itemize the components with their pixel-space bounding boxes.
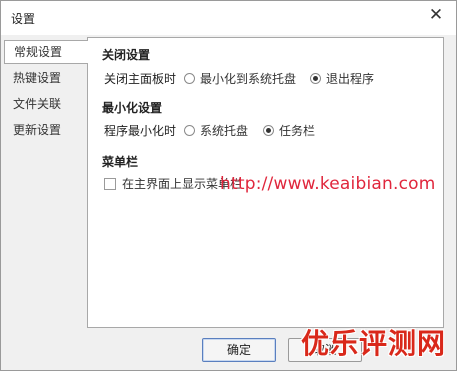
system-tray-label: 系统托盘 [200,124,249,138]
dialog-title: 设置 [11,12,36,26]
minimize-to-tray-label: 最小化到系统托盘 [200,72,297,86]
menubar-title: 菜单栏 [102,155,139,169]
nav-item-update[interactable]: 更新设置 [4,118,87,142]
close-icon[interactable]: ✕ [426,5,446,25]
taskbar-option[interactable]: 任务栏 [263,122,315,139]
radio-taskbar[interactable] [263,125,274,136]
nav-item-general[interactable]: 常规设置 [4,40,88,64]
nav-item-hotkeys[interactable]: 热键设置 [4,66,87,90]
close-panel-label: 关闭主面板时 [104,72,177,86]
close-settings-title: 关闭设置 [102,48,151,62]
title-bar: 设置 ✕ [1,1,456,35]
minimize-to-tray-option[interactable]: 最小化到系统托盘 [184,70,296,87]
ok-button[interactable]: 确定 [202,338,276,362]
minimize-program-label: 程序最小化时 [104,124,177,138]
url-watermark: http://www.keaibian.com [220,174,436,194]
minimize-settings-title: 最小化设置 [102,101,163,115]
brand-watermark: 优乐评测网 [301,327,447,360]
radio-exit-program[interactable] [310,73,321,84]
exit-program-label: 退出程序 [326,72,375,86]
show-menubar-checkbox[interactable] [104,177,116,190]
settings-nav: 常规设置 热键设置 文件关联 更新设置 [1,35,88,370]
nav-item-file-association[interactable]: 文件关联 [4,92,87,116]
radio-system-tray[interactable] [184,125,195,136]
exit-program-option[interactable]: 退出程序 [310,70,374,87]
taskbar-label: 任务栏 [279,124,316,138]
system-tray-option[interactable]: 系统托盘 [184,122,248,139]
radio-minimize-to-tray[interactable] [184,73,195,84]
